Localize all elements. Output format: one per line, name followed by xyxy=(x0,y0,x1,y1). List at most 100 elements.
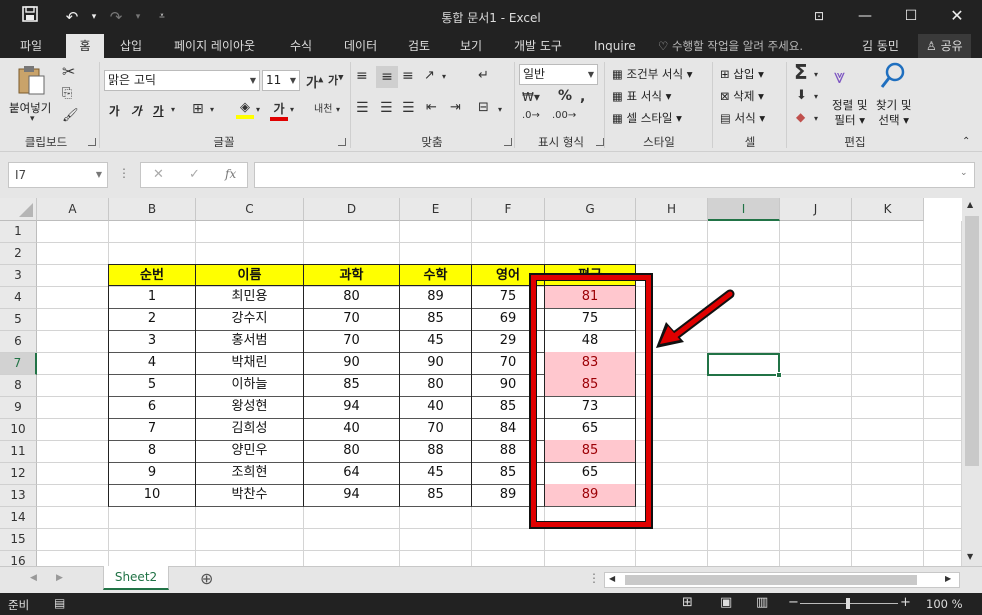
fill-handle[interactable] xyxy=(776,372,782,378)
copy-icon[interactable]: ⎘ xyxy=(62,86,72,101)
enter-icon[interactable]: ✓ xyxy=(189,167,200,182)
tab-insert[interactable]: 삽입 xyxy=(112,34,150,58)
scroll-left-icon[interactable]: ◀ xyxy=(609,574,615,583)
table-cell[interactable]: 40 xyxy=(399,396,472,419)
phonetic-dropdown-icon[interactable]: ▾ xyxy=(336,105,340,114)
table-cell[interactable]: 2 xyxy=(108,308,196,331)
alignment-launcher-icon[interactable] xyxy=(504,138,512,146)
orientation-dropdown-icon[interactable]: ▾ xyxy=(442,72,446,81)
table-cell[interactable]: 80 xyxy=(303,440,400,463)
user-name[interactable]: 김 동민 xyxy=(862,34,899,58)
clear-dropdown-icon[interactable]: ▾ xyxy=(814,114,818,123)
column-header-k[interactable]: K xyxy=(852,198,924,221)
tab-developer[interactable]: 개발 도구 xyxy=(506,34,570,58)
format-cells-button[interactable]: ▤ 서식 ▾ xyxy=(720,110,765,126)
table-cell[interactable]: 왕성현 xyxy=(195,396,304,419)
row-header-6[interactable]: 6 xyxy=(0,331,37,353)
column-header-h[interactable]: H xyxy=(636,198,708,221)
font-color-icon[interactable]: 가 xyxy=(270,100,288,121)
fill-icon[interactable]: ⬇ xyxy=(796,88,807,103)
table-cell[interactable]: 40 xyxy=(303,418,400,441)
macro-record-icon[interactable]: ▤ xyxy=(54,596,65,610)
minimize-icon[interactable]: — xyxy=(842,0,888,34)
insert-function-button[interactable]: fx xyxy=(225,167,236,181)
horizontal-scroll-thumb[interactable] xyxy=(625,575,917,585)
add-sheet-icon[interactable]: ⊕ xyxy=(200,569,213,588)
tab-data[interactable]: 데이터 xyxy=(336,34,385,58)
expand-formula-icon[interactable]: ⌄ xyxy=(960,168,968,178)
row-header-5[interactable]: 5 xyxy=(0,309,37,331)
tab-view[interactable]: 보기 xyxy=(452,34,490,58)
column-header-j[interactable]: J xyxy=(780,198,852,221)
table-cell[interactable]: 45 xyxy=(399,462,472,485)
scroll-right-icon[interactable]: ▶ xyxy=(945,574,951,583)
table-cell[interactable]: 김희성 xyxy=(195,418,304,441)
table-header-cell[interactable]: 과학 xyxy=(303,264,400,286)
column-header-d[interactable]: D xyxy=(304,198,400,221)
align-top-icon[interactable]: ≡ xyxy=(356,68,368,84)
collapse-ribbon-icon[interactable]: ⌃ xyxy=(962,136,970,147)
align-right-icon[interactable]: ☰ xyxy=(402,100,415,116)
orientation-icon[interactable]: ↗ xyxy=(424,68,435,83)
cell-styles-button[interactable]: ▦ 셀 스타일 ▾ xyxy=(612,110,682,126)
table-cell[interactable]: 90 xyxy=(303,352,400,375)
column-header-f[interactable]: F xyxy=(472,198,545,221)
percent-icon[interactable]: % xyxy=(558,88,572,104)
sort-filter-button[interactable]: 정렬 및 필터 ▾ xyxy=(832,98,867,128)
table-cell[interactable]: 5 xyxy=(108,374,196,397)
autosum-dropdown-icon[interactable]: ▾ xyxy=(814,70,818,79)
page-break-view-icon[interactable]: ▥ xyxy=(756,595,768,610)
table-cell[interactable]: 70 xyxy=(399,418,472,441)
wrap-text-icon[interactable]: ↵ xyxy=(478,68,489,83)
format-painter-icon[interactable]: 🖌 xyxy=(62,108,79,123)
next-sheet-icon[interactable]: ▶ xyxy=(56,573,63,583)
tab-page-layout[interactable]: 페이지 레이아웃 xyxy=(166,34,263,58)
accounting-format-icon[interactable]: ₩▾ xyxy=(522,90,540,104)
close-icon[interactable]: ✕ xyxy=(934,0,980,34)
cut-icon[interactable]: ✂ xyxy=(62,62,75,81)
underline-button[interactable]: 가 xyxy=(153,103,164,119)
tab-review[interactable]: 검토 xyxy=(400,34,438,58)
zoom-level[interactable]: 100 % xyxy=(926,597,963,611)
ribbon-display-icon[interactable]: ⊡ xyxy=(796,0,842,34)
table-cell[interactable]: 70 xyxy=(303,308,400,331)
table-header-cell[interactable]: 이름 xyxy=(195,264,304,286)
align-left-icon[interactable]: ☰ xyxy=(356,100,369,116)
tab-inquire[interactable]: Inquire xyxy=(586,34,644,58)
table-cell[interactable]: 3 xyxy=(108,330,196,353)
font-launcher-icon[interactable] xyxy=(338,138,346,146)
row-header-10[interactable]: 10 xyxy=(0,419,37,441)
more-icon[interactable]: ⋮ xyxy=(588,571,600,585)
borders-dropdown-icon[interactable]: ▾ xyxy=(210,105,214,114)
table-cell[interactable]: 이하늘 xyxy=(195,374,304,397)
format-as-table-button[interactable]: ▦ 표 서식 ▾ xyxy=(612,88,671,104)
table-cell[interactable]: 94 xyxy=(303,396,400,419)
table-cell[interactable]: 9 xyxy=(108,462,196,485)
font-name-select[interactable]: 맑은 고딕 ▼ xyxy=(104,70,260,91)
table-cell[interactable]: 85 xyxy=(303,374,400,397)
find-select-icon[interactable] xyxy=(880,62,906,93)
table-cell[interactable]: 1 xyxy=(108,286,196,309)
fill-dropdown-icon[interactable]: ▾ xyxy=(814,92,818,101)
name-box[interactable]: I7 ▼ xyxy=(8,162,108,188)
row-header-4[interactable]: 4 xyxy=(0,287,37,309)
row-header-15[interactable]: 15 xyxy=(0,529,37,551)
maximize-icon[interactable]: ☐ xyxy=(888,0,934,34)
table-cell[interactable]: 85 xyxy=(399,308,472,331)
table-header-cell[interactable]: 순번 xyxy=(108,264,196,286)
merge-center-icon[interactable]: ⊟ xyxy=(478,100,489,115)
vertical-scroll-thumb[interactable] xyxy=(965,216,979,466)
clear-icon[interactable]: ◆ xyxy=(796,110,805,124)
table-cell[interactable]: 10 xyxy=(108,484,196,507)
table-cell[interactable]: 박찬수 xyxy=(195,484,304,507)
table-cell[interactable]: 양민우 xyxy=(195,440,304,463)
comma-style-icon[interactable]: , xyxy=(580,89,585,105)
share-button[interactable]: ♙ 공유 xyxy=(918,34,971,58)
table-header-cell[interactable]: 수학 xyxy=(399,264,472,286)
table-cell[interactable]: 강수지 xyxy=(195,308,304,331)
merge-dropdown-icon[interactable]: ▾ xyxy=(498,105,502,114)
more-icon[interactable]: ⋮ xyxy=(118,166,130,180)
table-cell[interactable]: 70 xyxy=(303,330,400,353)
row-header-1[interactable]: 1 xyxy=(0,221,37,243)
borders-icon[interactable]: ⊞ xyxy=(192,101,204,117)
